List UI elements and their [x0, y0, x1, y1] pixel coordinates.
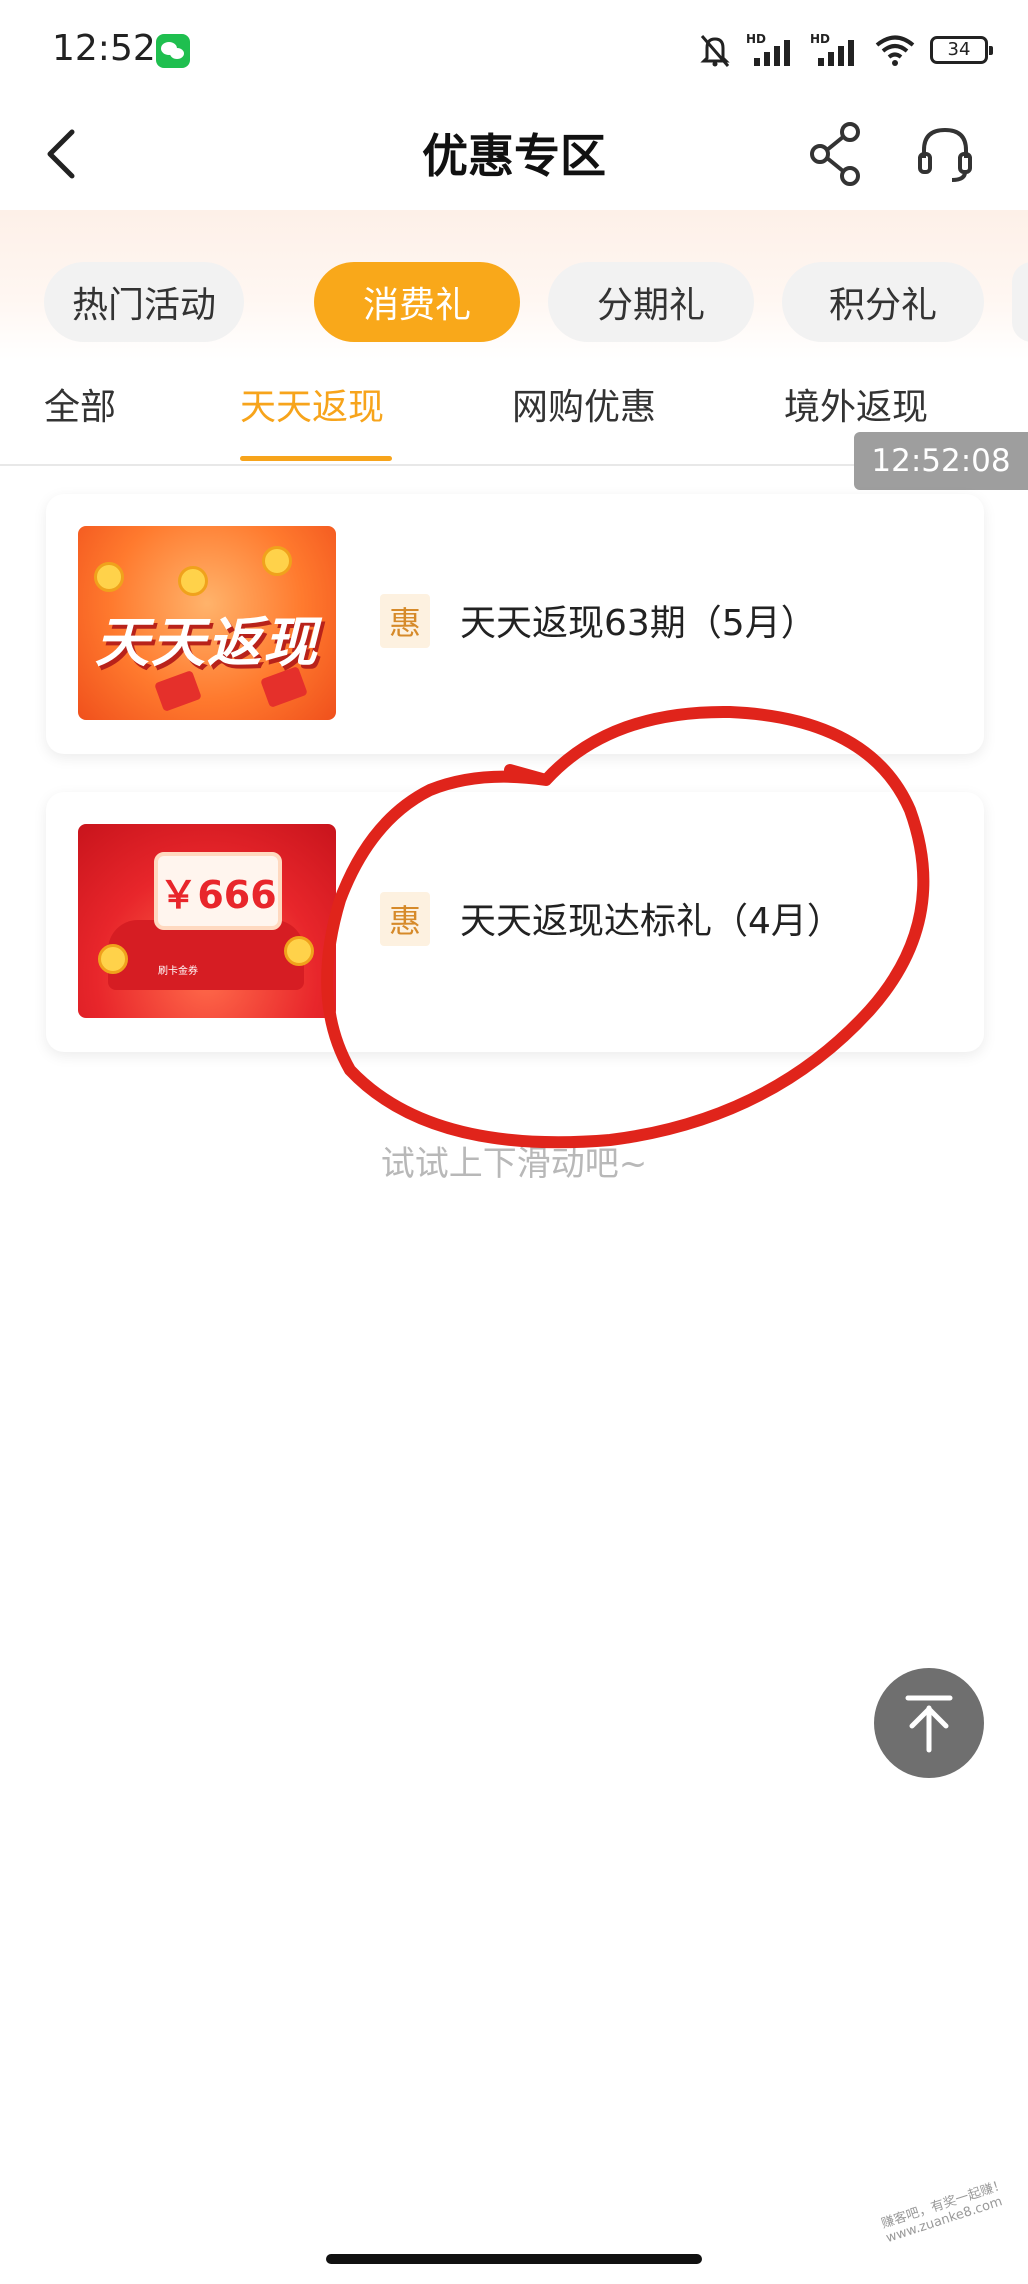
- active-tab-indicator: [240, 456, 392, 461]
- screenshot-timestamp: 12:52:08: [854, 432, 1028, 490]
- thumbnail-amount: ￥666: [154, 852, 282, 930]
- cellular-signal-2-icon: HD: [810, 32, 860, 68]
- status-icons: HD HD 34: [698, 30, 993, 70]
- category-chip-label: 分期礼: [596, 285, 705, 326]
- coin-icon: [178, 566, 208, 596]
- header: 优惠专区: [0, 100, 1028, 210]
- share-icon: [810, 122, 860, 186]
- activity-title: 天天返现63期（5月）: [460, 603, 817, 644]
- battery-icon: 34: [930, 36, 993, 64]
- thumbnail-title: 天天返现: [95, 611, 319, 674]
- customer-service-button[interactable]: [914, 118, 976, 188]
- scroll-to-top-button[interactable]: [874, 1668, 984, 1778]
- status-time: 12:52: [52, 28, 156, 69]
- coin-icon: [94, 562, 124, 592]
- home-indicator[interactable]: [326, 2254, 702, 2264]
- category-chip-hot[interactable]: 热门活动: [44, 262, 244, 342]
- category-chip-installment[interactable]: 分期礼: [548, 262, 754, 342]
- gift-tray: [108, 920, 304, 990]
- category-chip-consumption[interactable]: 消费礼: [314, 262, 520, 342]
- subtab-all[interactable]: 全部: [44, 378, 116, 430]
- discount-badge: 惠: [380, 594, 430, 648]
- watermark: 赚客吧，有奖一起赚！ www.zuanke8.com: [879, 2177, 1008, 2247]
- activity-thumbnail: ￥666 刷卡金券: [78, 824, 336, 1018]
- category-chip-points[interactable]: 积分礼: [782, 262, 984, 342]
- battery-level: 34: [947, 39, 971, 60]
- arrow-up-icon: [905, 1695, 953, 1753]
- status-bar: 12:52 HD HD 34: [0, 0, 1028, 100]
- mute-bell-icon: [700, 35, 730, 67]
- wechat-notification-icon: [156, 34, 190, 68]
- hand-drawn-circle-annotation: [321, 705, 930, 1149]
- category-chip-label: 热门活动: [71, 285, 216, 326]
- network-label-2: HD: [810, 32, 831, 46]
- category-chip-more[interactable]: [1012, 262, 1028, 342]
- subtab-daily-cashback[interactable]: 天天返现: [240, 378, 384, 430]
- activity-thumbnail: 天天返现: [78, 526, 336, 720]
- wifi-icon: [875, 35, 915, 66]
- category-chip-label: 积分礼: [828, 285, 937, 326]
- subtab-overseas-cashback[interactable]: 境外返现: [784, 378, 928, 430]
- category-bar: 热门活动 消费礼 分期礼 积分礼: [0, 210, 1028, 360]
- coin-icon: [262, 546, 292, 576]
- subtab-online-shopping[interactable]: 网购优惠: [512, 378, 656, 430]
- category-chip-label: 消费礼: [362, 285, 471, 326]
- page-title: 优惠专区: [422, 129, 606, 183]
- thumbnail-sublabel: 刷卡金券: [158, 966, 198, 977]
- coin-icon: [98, 944, 128, 974]
- cellular-signal-1-icon: HD: [746, 32, 796, 68]
- network-label: HD: [746, 32, 767, 46]
- headset-icon: [918, 127, 972, 182]
- share-button[interactable]: [806, 118, 866, 188]
